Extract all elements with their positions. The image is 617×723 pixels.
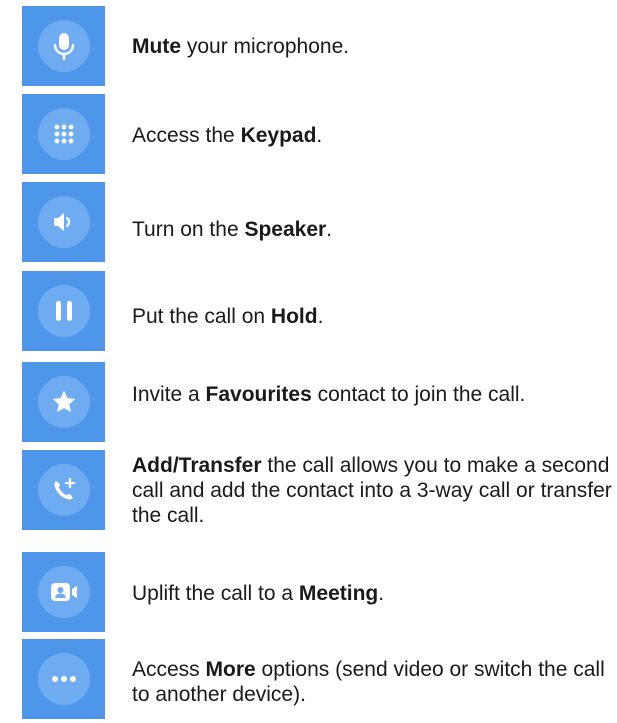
mute-label: Mute [132,35,181,58]
mute-button[interactable] [37,20,90,72]
more-button[interactable] [37,653,90,705]
hold-description: Put the call on Hold. [132,304,612,329]
mute-description: Mute your microphone. [132,34,612,59]
speaker-description: Turn on the Speaker. [132,217,612,242]
mute-button-tile[interactable] [22,6,105,86]
favourites-description: Invite a Favourites contact to join the … [132,382,612,407]
pause-icon [55,301,72,321]
meeting-button-tile[interactable] [22,552,105,632]
more-button-tile[interactable] [22,639,105,719]
keypad-description: Access the Keypad. [132,123,612,148]
speaker-label: Speaker [244,218,327,241]
more-text-pre: Access [132,658,206,681]
meeting-button[interactable] [37,566,90,618]
keypad-label: Keypad [240,124,317,147]
speaker-button[interactable] [37,196,90,248]
microphone-icon [53,33,74,61]
add-call-icon [54,477,75,500]
hold-button[interactable] [37,285,90,337]
speaker-icon [53,213,70,231]
favourites-button[interactable] [37,376,90,428]
hold-text-pre: Put the call on [132,305,271,328]
meeting-label: Meeting [298,582,379,605]
meeting-icon [50,583,77,601]
meeting-text-pre: Uplift the call to a [132,582,299,605]
hold-label: Hold [270,305,318,328]
keypad-icon [54,124,73,144]
hold-text-post: . [317,305,324,328]
keypad-text-pre: Access the [132,124,241,147]
add-transfer-label: Add/Transfer [132,454,262,477]
favourites-text-pre: Invite a [132,383,206,406]
mute-text: your microphone. [181,35,350,58]
keypad-button-tile[interactable] [22,94,105,174]
hold-button-tile[interactable] [22,271,105,351]
meeting-description: Uplift the call to a Meeting. [132,581,612,606]
speaker-text-post: . [326,218,333,241]
keypad-text-post: . [316,124,323,147]
speaker-text-pre: Turn on the [132,218,245,241]
add-transfer-description: Add/Transfer the call allows you to make… [132,453,612,528]
speaker-button-tile[interactable] [22,182,105,262]
more-label: More [205,658,256,681]
more-description: Access More options (send video or switc… [132,657,612,707]
favourites-button-tile[interactable] [22,362,105,442]
favourites-label: Favourites [205,383,312,406]
star-icon [52,391,75,412]
add-transfer-button-tile[interactable] [22,450,105,530]
add-transfer-button[interactable] [37,464,90,516]
meeting-text-post: . [378,582,385,605]
more-icon [51,676,76,682]
keypad-button[interactable] [37,108,90,160]
favourites-text-post: contact to join the call. [311,383,526,406]
